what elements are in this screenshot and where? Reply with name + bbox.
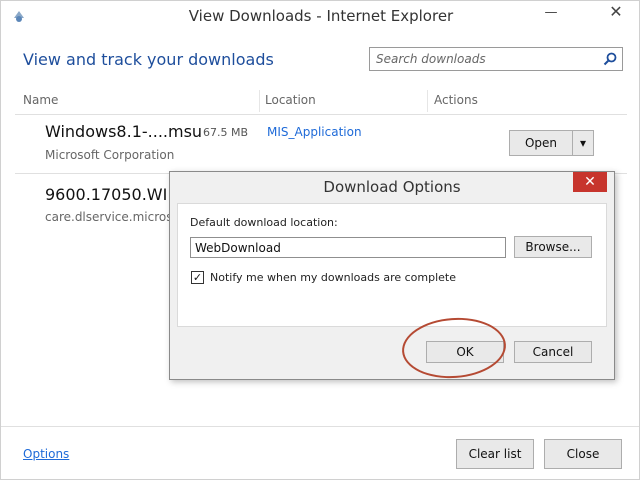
download-file-name[interactable]: 9600.17050.WI....IS [45, 185, 171, 204]
title-bar: View Downloads - Internet Explorer — ✕ [1, 1, 639, 33]
dialog-content-panel: Default download location: WebDownload B… [177, 203, 607, 327]
column-header-actions[interactable]: Actions [434, 93, 478, 107]
download-publisher: care.dlservice.microsoft [45, 210, 171, 224]
open-button[interactable]: Open [509, 130, 573, 156]
column-header-location[interactable]: Location [265, 93, 316, 107]
browse-button[interactable]: Browse... [514, 236, 592, 258]
options-link[interactable]: Options [23, 447, 69, 461]
cancel-button[interactable]: Cancel [514, 341, 592, 363]
minimize-button[interactable]: — [541, 5, 561, 20]
open-dropdown-button[interactable]: ▾ [572, 130, 594, 156]
notify-label[interactable]: Notify me when my downloads are complete [210, 271, 456, 284]
column-divider [427, 90, 428, 112]
search-placeholder: Search downloads [376, 52, 486, 66]
download-location-field[interactable]: WebDownload [190, 237, 506, 258]
search-icon[interactable] [602, 51, 618, 67]
dialog-title: Download Options [323, 178, 461, 196]
header-divider [15, 114, 627, 115]
clear-list-button[interactable]: Clear list [456, 439, 534, 469]
close-button[interactable]: Close [544, 439, 622, 469]
page-heading: View and track your downloads [23, 50, 274, 69]
download-publisher: Microsoft Corporation [45, 148, 175, 162]
footer-divider [1, 426, 639, 427]
download-file-name[interactable]: Windows8.1-....msu [45, 122, 202, 141]
download-location-link[interactable]: MIS_Application [267, 125, 362, 139]
window-close-button[interactable]: ✕ [596, 2, 636, 26]
column-divider [259, 90, 260, 112]
dialog-close-button[interactable]: ✕ [573, 172, 607, 192]
download-options-dialog: Download Options ✕ Default download loca… [169, 171, 615, 380]
column-header-name[interactable]: Name [23, 93, 58, 107]
download-location-label: Default download location: [190, 216, 338, 229]
download-file-size: 67.5 MB [203, 126, 249, 139]
search-input[interactable]: Search downloads [369, 47, 623, 71]
notify-checkbox[interactable]: ✓ [191, 271, 204, 284]
